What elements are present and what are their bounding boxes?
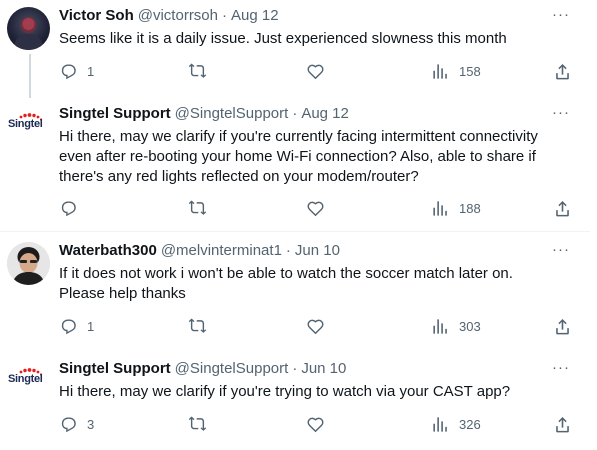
share-icon: [556, 417, 569, 433]
share-button[interactable]: [553, 415, 572, 434]
avatar[interactable]: [7, 7, 50, 50]
reply-count: 1: [87, 319, 95, 334]
avatar[interactable]: Singtel: [7, 105, 50, 148]
reply-icon: [61, 64, 76, 80]
views-button[interactable]: 303: [431, 317, 481, 336]
avatar-image: [13, 17, 44, 50]
retweet-icon: [188, 416, 207, 431]
heart-icon: [307, 319, 324, 335]
analytics-icon: [433, 64, 447, 79]
author-handle[interactable]: @victorrsoh: [138, 6, 218, 26]
share-button[interactable]: [553, 317, 572, 336]
reply-icon: [61, 417, 76, 433]
author-name[interactable]: Victor Soh: [59, 6, 134, 26]
separator-dot: ·: [292, 105, 298, 122]
author-handle[interactable]: @melvinterminat1: [161, 241, 282, 261]
tweet-text: If it does not work i won't be able to w…: [59, 265, 513, 302]
analytics-icon: [433, 201, 447, 216]
more-options-icon[interactable]: ···: [552, 241, 570, 258]
tweet[interactable]: Waterbath300 @melvinterminat1 · Jun 10 ·…: [0, 235, 590, 353]
share-icon: [556, 201, 569, 217]
more-options-icon[interactable]: ···: [552, 104, 570, 121]
like-button[interactable]: [306, 415, 325, 434]
tweet-actions: 188: [59, 199, 579, 219]
avatar-image: [7, 242, 50, 285]
tweet[interactable]: Victor Soh @victorrsoh · Aug 12 ··· Seem…: [0, 0, 590, 98]
like-button[interactable]: [306, 317, 325, 336]
tweet-date[interactable]: Aug 12: [231, 6, 279, 26]
share-button[interactable]: [553, 199, 572, 218]
reply-icon: [61, 201, 76, 217]
tweet[interactable]: Singtel Singtel Support @SingtelSupport …: [0, 353, 590, 450]
reply-button[interactable]: 3: [59, 415, 94, 434]
views-button[interactable]: 188: [431, 199, 481, 218]
view-count: 326: [459, 417, 481, 432]
reply-button[interactable]: 1: [59, 317, 94, 336]
tweet-text: Seems like it is a daily issue. Just exp…: [59, 30, 507, 47]
singtel-logo-text: Singtel: [8, 118, 43, 130]
tweet-date[interactable]: Jun 10: [295, 241, 340, 261]
separator-dot: ·: [285, 242, 291, 259]
separator-dot: ·: [222, 7, 227, 24]
author-handle[interactable]: @SingtelSupport: [175, 104, 289, 124]
share-icon: [556, 319, 569, 335]
author-name[interactable]: Singtel Support: [59, 104, 171, 124]
analytics-icon: [433, 417, 447, 432]
tweet-text: Hi there, may we clarify if you're tryin…: [59, 383, 511, 400]
retweet-button[interactable]: [188, 62, 207, 81]
singtel-logo-text: Singtel: [8, 373, 43, 385]
retweet-button[interactable]: [188, 317, 207, 336]
avatar[interactable]: Singtel: [7, 360, 50, 403]
reply-count: 1: [87, 64, 95, 79]
heart-icon: [307, 417, 324, 433]
separator-dot: ·: [292, 360, 298, 377]
reply-button[interactable]: [59, 199, 87, 218]
tweet-date[interactable]: Aug 12: [301, 104, 349, 124]
tweet-text: Hi there, may we clarify if you're curre…: [59, 128, 538, 185]
heart-icon: [307, 64, 324, 80]
view-count: 188: [459, 201, 481, 216]
heart-icon: [307, 201, 324, 217]
reply-button[interactable]: 1: [59, 62, 94, 81]
retweet-icon: [188, 200, 207, 215]
retweet-button[interactable]: [188, 415, 207, 434]
like-button[interactable]: [306, 62, 325, 81]
avatar[interactable]: [7, 242, 50, 285]
retweet-icon: [188, 318, 207, 333]
retweet-button[interactable]: [188, 199, 207, 218]
author-name[interactable]: Singtel Support: [59, 359, 171, 379]
tweet-actions: 1 158: [59, 62, 579, 82]
author-handle[interactable]: @SingtelSupport: [175, 359, 289, 379]
like-button[interactable]: [306, 199, 325, 218]
author-name[interactable]: Waterbath300: [59, 241, 157, 261]
reply-count: 3: [87, 417, 95, 432]
share-icon: [556, 64, 569, 80]
reply-icon: [61, 319, 76, 335]
more-options-icon[interactable]: ···: [552, 6, 570, 23]
analytics-icon: [433, 319, 447, 334]
views-button[interactable]: 326: [431, 415, 481, 434]
view-count: 303: [459, 319, 481, 334]
tweet-date[interactable]: Jun 10: [301, 359, 346, 379]
view-count: 158: [459, 64, 481, 79]
tweet-actions: 1 303: [59, 317, 579, 337]
tweet-actions: 3 326: [59, 415, 579, 435]
retweet-icon: [188, 63, 207, 78]
views-button[interactable]: 158: [431, 62, 481, 81]
more-options-icon[interactable]: ···: [552, 359, 570, 376]
tweet[interactable]: Singtel Singtel Support @SingtelSupport …: [0, 98, 590, 232]
share-button[interactable]: [553, 62, 572, 81]
